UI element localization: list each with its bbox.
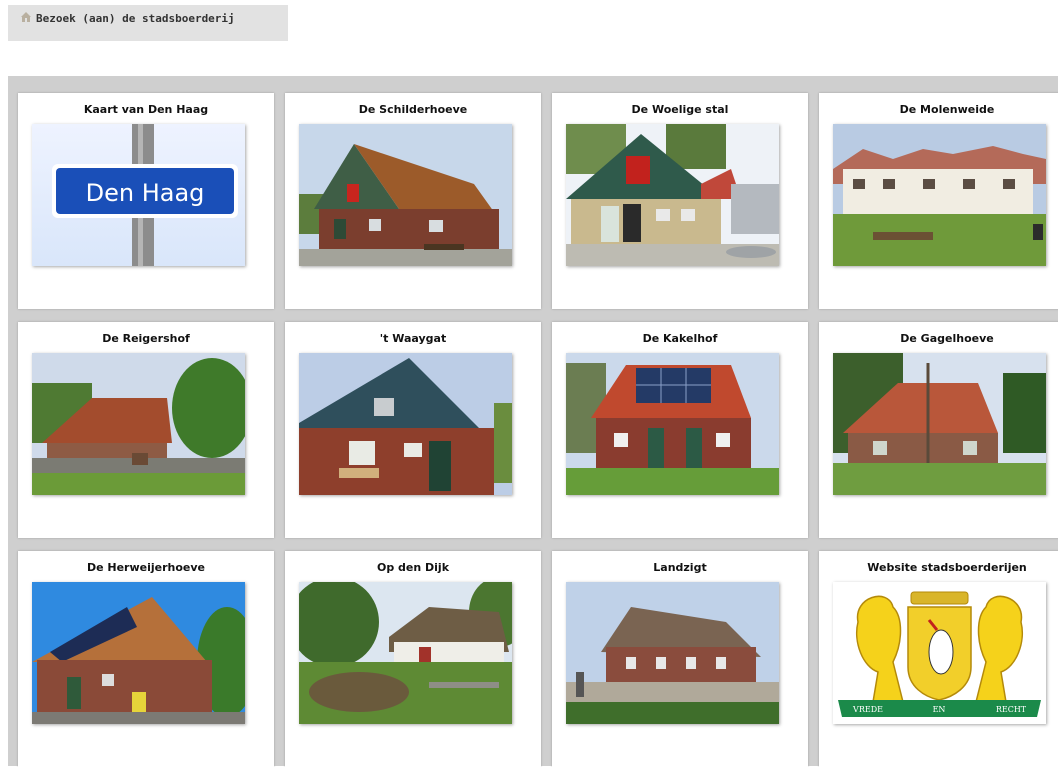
farmhouse-photo[interactable] [833, 353, 1046, 495]
tile-title: De Reigershof [102, 332, 190, 345]
tile-t-waaygat[interactable]: 't Waaygat [285, 322, 541, 538]
den-haag-coat-of-arms[interactable]: VREDE EN RECHT [833, 582, 1046, 724]
tile-de-kakelhof[interactable]: De Kakelhof [552, 322, 808, 538]
tile-landzigt[interactable]: Landzigt [552, 551, 808, 767]
tile-title: De Schilderhoeve [358, 103, 468, 116]
tile-kaart-van-den-haag[interactable]: Kaart van Den Haag Den Haag [18, 93, 274, 309]
farm-grid: Kaart van Den Haag Den Haag De Schilderh… [8, 76, 1058, 767]
farmhouse-photo[interactable] [566, 582, 779, 724]
motto-word-3: RECHT [996, 705, 1027, 714]
tile-de-woelige-stal[interactable]: De Woelige stal [552, 93, 808, 309]
sign-text: Den Haag [86, 179, 205, 207]
motto-word-2: EN [933, 705, 946, 714]
farmhouse-photo[interactable] [32, 353, 245, 495]
page-header: Bezoek (aan) de stadsboerderij [8, 5, 288, 41]
tile-title: De Herweijerhoeve [86, 561, 206, 574]
farmhouse-solar-photo[interactable] [566, 353, 779, 495]
tile-title: Website stadsboerderijen [867, 561, 1027, 574]
farmhouse-photo[interactable] [299, 353, 512, 495]
tile-title: De Kakelhof [642, 332, 718, 345]
tile-de-herweijerhoeve[interactable]: De Herweijerhoeve [18, 551, 274, 767]
thatched-farm-photo[interactable] [299, 582, 512, 724]
farmhouse-solar-photo[interactable] [32, 582, 245, 724]
tile-de-molenweide[interactable]: De Molenweide [819, 93, 1058, 309]
motto-word-1: VREDE [852, 705, 883, 714]
farmhouse-photo[interactable] [566, 124, 779, 266]
tile-title: De Woelige stal [631, 103, 729, 116]
tile-title: 't Waaygat [379, 332, 447, 345]
tile-op-den-dijk[interactable]: Op den Dijk [285, 551, 541, 767]
page-title: Bezoek (aan) de stadsboerderij [36, 12, 235, 25]
tile-de-schilderhoeve[interactable]: De Schilderhoeve [285, 93, 541, 309]
tile-title: Landzigt [653, 561, 707, 574]
tile-title: Kaart van Den Haag [83, 103, 209, 116]
tile-title: De Gagelhoeve [900, 332, 994, 345]
tile-website-stadsboerderijen[interactable]: Website stadsboerderijen VREDE EN RECHT [819, 551, 1058, 767]
den-haag-sign-photo[interactable]: Den Haag [32, 124, 245, 266]
tile-title: Op den Dijk [376, 561, 450, 574]
tile-de-reigershof[interactable]: De Reigershof [18, 322, 274, 538]
tile-de-gagelhoeve[interactable]: De Gagelhoeve [819, 322, 1058, 538]
farm-meadow-photo[interactable] [833, 124, 1046, 266]
farmhouse-photo[interactable] [299, 124, 512, 266]
farm-icon [20, 11, 32, 23]
tile-title: De Molenweide [899, 103, 995, 116]
